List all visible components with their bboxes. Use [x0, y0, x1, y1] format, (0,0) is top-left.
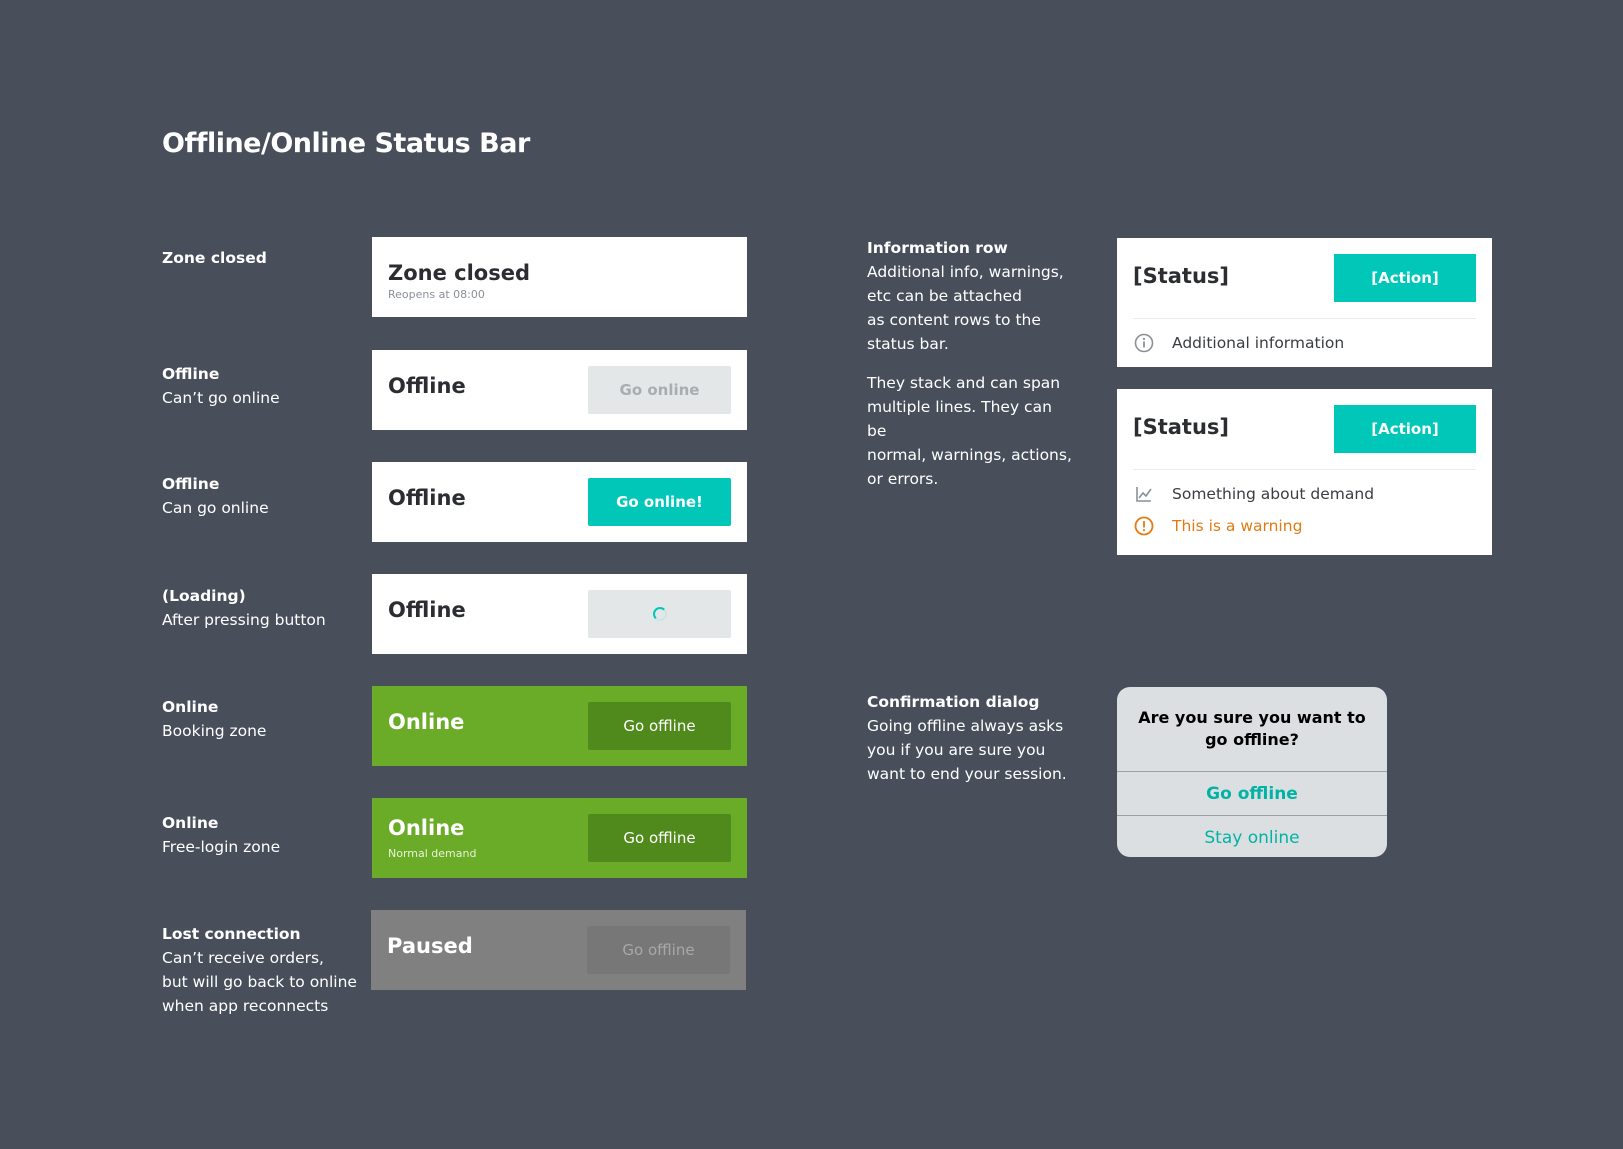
dialog-question: Are you sure you want to go offline?	[1138, 708, 1366, 749]
loading-label-title: (Loading)	[162, 587, 246, 605]
online-free-label: Online Free-login zone	[162, 811, 362, 859]
info-para1-line: Additional info, warnings,	[867, 263, 1064, 281]
status-text: [Status]	[1133, 264, 1230, 288]
loading-button	[588, 590, 731, 638]
zone-closed-label: Zone closed	[162, 246, 362, 270]
status-subtext: Reopens at 08:00	[388, 288, 485, 301]
confirmation-line: you if you are sure you	[867, 741, 1046, 759]
demand-row: Something about demand	[1117, 478, 1492, 510]
status-card-header: [Status] [Action]	[1133, 238, 1476, 319]
offline-disabled-label-text: Can’t go online	[162, 389, 280, 407]
dialog-go-offline-button[interactable]: Go offline	[1117, 771, 1387, 815]
status-text: Paused	[387, 934, 473, 958]
status-text: Online	[388, 816, 465, 840]
loading-status-bar: Offline	[372, 574, 747, 654]
chart-icon	[1133, 483, 1155, 505]
info-para1-line: as content rows to the	[867, 311, 1041, 329]
offline-disabled-label: Offline Can’t go online	[162, 362, 362, 410]
confirmation-dialog: Are you sure you want to go offline? Go …	[1117, 687, 1387, 857]
spinner-icon	[652, 607, 667, 621]
loading-label: (Loading) After pressing button	[162, 584, 362, 632]
info-row-text: Additional information	[1172, 334, 1345, 352]
lost-connection-label-line: Can’t receive orders,	[162, 949, 324, 967]
status-text: Offline	[388, 486, 466, 510]
online-booking-label: Online Booking zone	[162, 695, 362, 743]
status-card-multi: [Status] [Action] Something about demand…	[1117, 389, 1492, 555]
offline-enabled-label: Offline Can go online	[162, 472, 362, 520]
status-text: [Status]	[1133, 415, 1230, 439]
info-para2-line: or errors.	[867, 470, 939, 488]
demand-row-text: Something about demand	[1172, 485, 1375, 503]
info-row: Additional information	[1117, 327, 1492, 359]
lost-connection-label-line: but will go back to online	[162, 973, 357, 991]
online-booking-label-text: Booking zone	[162, 722, 267, 740]
info-icon	[1133, 332, 1155, 354]
offline-enabled-label-text: Can go online	[162, 499, 269, 517]
information-row-heading: Information row	[867, 239, 1008, 257]
online-free-status-bar: Online Normal demand Go offline	[372, 798, 747, 878]
info-para1-line: status bar.	[867, 335, 949, 353]
confirmation-heading: Confirmation dialog	[867, 693, 1040, 711]
info-para1-line: etc can be attached	[867, 287, 1023, 305]
action-button[interactable]: [Action]	[1334, 254, 1476, 302]
go-offline-button-disabled: Go offline	[587, 926, 730, 974]
warning-row-text: This is a warning	[1172, 517, 1303, 535]
zone-closed-status-bar: Zone closed Reopens at 08:00	[372, 237, 747, 317]
lost-connection-label-title: Lost connection	[162, 925, 301, 943]
online-free-label-title: Online	[162, 814, 219, 832]
online-booking-label-title: Online	[162, 698, 219, 716]
status-card-info: [Status] [Action] Additional information	[1117, 238, 1492, 367]
offline-disabled-status-bar: Offline Go online	[372, 350, 747, 430]
warning-icon	[1133, 515, 1155, 537]
info-para2-line: multiple lines. They can be	[867, 398, 1052, 440]
status-text: Online	[388, 710, 465, 734]
status-text: Zone closed	[388, 261, 531, 285]
status-text: Offline	[388, 598, 466, 622]
paused-status-bar: Paused Go offline	[371, 910, 746, 990]
zone-closed-label-title: Zone closed	[162, 249, 267, 267]
go-offline-button[interactable]: Go offline	[588, 702, 731, 750]
info-para2-line: They stack and can span	[867, 374, 1061, 392]
confirmation-description: Confirmation dialog Going offline always…	[867, 690, 1072, 786]
go-online-button-disabled: Go online	[588, 366, 731, 414]
lost-connection-label-line: when app reconnects	[162, 997, 329, 1015]
go-online-button[interactable]: Go online!	[588, 478, 731, 526]
online-booking-status-bar: Online Go offline	[372, 686, 747, 766]
offline-enabled-status-bar: Offline Go online!	[372, 462, 747, 542]
dialog-stay-online-button[interactable]: Stay online	[1117, 815, 1387, 857]
offline-disabled-label-title: Offline	[162, 365, 220, 383]
lost-connection-label: Lost connection Can’t receive orders, bu…	[162, 922, 362, 1018]
info-para2-line: normal, warnings, actions,	[867, 446, 1072, 464]
offline-enabled-label-title: Offline	[162, 475, 220, 493]
warning-row: This is a warning	[1117, 510, 1492, 542]
confirmation-line: Going offline always asks	[867, 717, 1064, 735]
loading-label-text: After pressing button	[162, 611, 326, 629]
page-title: Offline/Online Status Bar	[162, 128, 530, 159]
action-button[interactable]: [Action]	[1334, 405, 1476, 453]
status-text: Offline	[388, 374, 466, 398]
online-free-label-text: Free-login zone	[162, 838, 281, 856]
go-offline-button[interactable]: Go offline	[588, 814, 731, 862]
status-card-header: [Status] [Action]	[1133, 389, 1476, 470]
confirmation-line: want to end your session.	[867, 765, 1067, 783]
status-subtext: Normal demand	[388, 847, 477, 860]
information-row-description: Information row Additional info, warning…	[867, 236, 1072, 491]
